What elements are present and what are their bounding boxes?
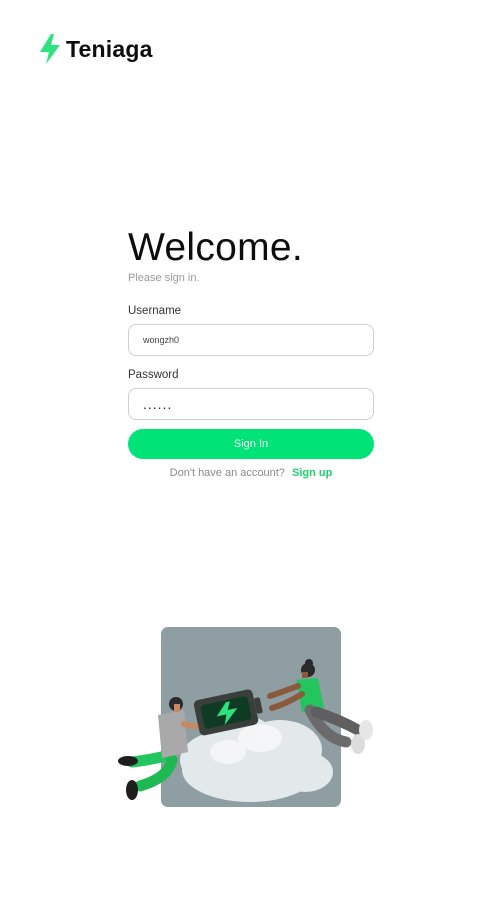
password-input[interactable]: [128, 388, 374, 420]
signup-prompt: Don't have an account?: [169, 467, 285, 479]
brand-logo: Teniaga: [38, 33, 153, 65]
username-input[interactable]: [128, 324, 374, 356]
login-form: Welcome. Please sign in. Username Passwo…: [128, 226, 374, 479]
login-page: Teniaga Welcome. Please sign in. Usernam…: [0, 0, 498, 900]
page-subtitle: Please sign in.: [128, 272, 200, 284]
username-label: Username: [128, 305, 182, 317]
password-label: Password: [128, 369, 179, 381]
sign-in-button[interactable]: Sign In: [128, 429, 374, 459]
brand-name: Teniaga: [66, 35, 153, 62]
page-title: Welcome.: [128, 226, 304, 269]
sign-up-link[interactable]: Sign up: [292, 467, 332, 479]
two-people-passing-battery-illustration: [118, 627, 373, 807]
lightning-bolt-icon: [40, 34, 60, 64]
signup-row: Don't have an account? Sign up: [128, 467, 374, 479]
